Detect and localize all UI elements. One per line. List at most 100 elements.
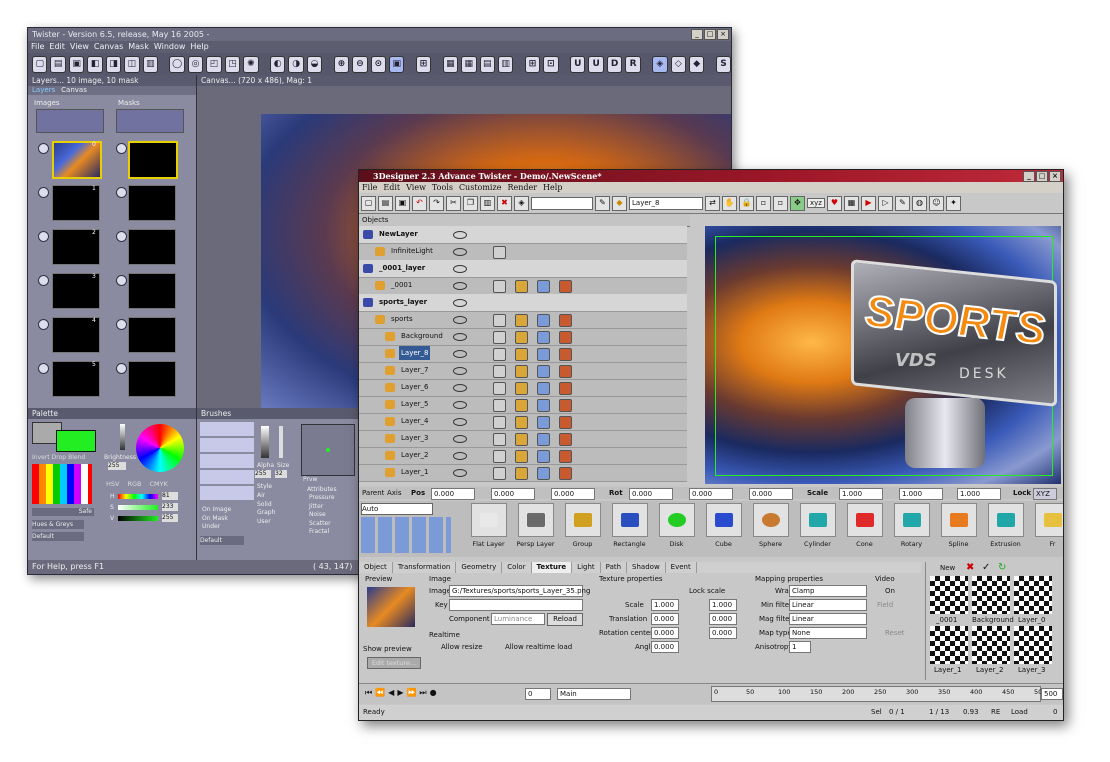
lock-2-icon[interactable]: ▫ xyxy=(756,195,771,211)
scale-x-field[interactable]: 1.000 xyxy=(839,488,883,500)
reload-button[interactable]: Reload xyxy=(547,613,583,626)
new-icon[interactable]: ▢ xyxy=(32,55,48,73)
attribute-cell[interactable] xyxy=(559,331,572,344)
visibility-eye-icon[interactable] xyxy=(38,143,49,154)
primitive-group[interactable]: Group xyxy=(561,501,604,557)
rotation-center-x[interactable]: 0.000 xyxy=(651,627,679,639)
drop-button[interactable]: Drop xyxy=(52,454,66,461)
mask-eye-icon[interactable] xyxy=(116,275,127,286)
lock-axis-field[interactable]: XYZ xyxy=(1033,488,1057,500)
attr-noise[interactable]: Noise xyxy=(309,511,335,520)
attribute-cell[interactable] xyxy=(537,433,550,446)
primitive-cylinder[interactable]: Cylinder xyxy=(796,501,839,557)
zoom-fit-icon[interactable]: ⊙ xyxy=(370,55,386,73)
object-row[interactable]: _0001_layer xyxy=(359,260,687,278)
visibility-eye-icon[interactable] xyxy=(38,363,49,374)
copy-icon[interactable]: ◧ xyxy=(87,55,103,73)
visibility-eye-icon[interactable] xyxy=(38,231,49,242)
layout-1-icon[interactable]: ▦ xyxy=(442,55,459,73)
attribute-cell[interactable] xyxy=(559,348,572,361)
copy-icon[interactable]: ❐ xyxy=(463,195,478,211)
visibility-eye-icon[interactable] xyxy=(453,316,467,324)
visibility-eye-icon[interactable] xyxy=(453,384,467,392)
translation-y[interactable]: 0.000 xyxy=(709,613,737,625)
primitive-extrusion[interactable]: Extrusion xyxy=(984,501,1027,557)
attribute-cell[interactable] xyxy=(537,399,550,412)
tab-hsv[interactable]: HSV xyxy=(106,480,119,488)
tab-texture[interactable]: Texture xyxy=(531,562,573,573)
tab-cmyk[interactable]: CMYK xyxy=(149,480,167,488)
zoom-in-icon[interactable]: ⊕ xyxy=(333,55,350,73)
pos-z-field[interactable]: 0.000 xyxy=(551,488,595,500)
attribute-cell[interactable] xyxy=(493,314,506,327)
h-value[interactable]: 81 xyxy=(162,492,178,500)
attribute-cell[interactable] xyxy=(559,382,572,395)
grid-icon[interactable]: ▦ xyxy=(843,195,859,211)
preview-checkbox[interactable]: Prvw xyxy=(303,476,317,483)
attribute-cell[interactable] xyxy=(493,382,506,395)
on-image-radio[interactable]: On Image xyxy=(202,506,231,515)
check-icon[interactable]: ✓ xyxy=(982,562,990,573)
d-icon[interactable]: D xyxy=(606,55,623,73)
attribute-cell[interactable] xyxy=(537,314,550,327)
pos-y-field[interactable]: 0.000 xyxy=(491,488,535,500)
undo-icon[interactable]: U xyxy=(570,55,586,73)
object-row[interactable]: Layer_3 xyxy=(359,430,687,448)
thumb-background[interactable] xyxy=(972,576,1010,614)
primitive-rectangle[interactable]: Rectangle xyxy=(608,501,651,557)
color-wheel[interactable] xyxy=(136,424,184,472)
visibility-eye-icon[interactable] xyxy=(453,231,467,239)
menu-help[interactable]: Help xyxy=(543,182,562,193)
primitive-cone[interactable]: Cone xyxy=(843,501,886,557)
s-slider[interactable] xyxy=(118,505,158,510)
menu-render[interactable]: Render xyxy=(507,182,537,193)
scale-y-field[interactable]: 1.000 xyxy=(899,488,943,500)
anisotropy-select[interactable]: 1 xyxy=(789,641,811,653)
attribute-cell[interactable] xyxy=(493,433,506,446)
mag-filter-select[interactable]: Linear xyxy=(789,613,867,625)
show-preview-checkbox[interactable]: Show preview xyxy=(363,645,412,653)
save-icon[interactable]: ▣ xyxy=(68,55,85,73)
attribute-cell[interactable] xyxy=(559,433,572,446)
attribute-cell[interactable] xyxy=(515,280,528,293)
object-row[interactable]: InfiniteLight xyxy=(359,243,687,261)
primitive-persp-layer[interactable]: Persp Layer xyxy=(514,501,557,557)
attr-fractal[interactable]: Fractal xyxy=(309,528,335,537)
layout-3-icon[interactable]: ▤ xyxy=(479,55,495,73)
view-3-icon[interactable]: ◆ xyxy=(689,55,705,73)
visibility-eye-icon[interactable] xyxy=(453,401,467,409)
person-icon[interactable]: ☺ xyxy=(928,195,944,211)
brush-default-select[interactable]: Default xyxy=(200,536,244,545)
blend-button[interactable]: Blend xyxy=(68,454,85,461)
scale-x[interactable]: 1.000 xyxy=(651,599,679,611)
component-select[interactable]: Luminance xyxy=(491,613,545,625)
menu-help[interactable]: Help xyxy=(190,41,208,53)
primitive-fr[interactable]: Fr xyxy=(1031,501,1063,557)
attribute-cell[interactable] xyxy=(515,331,528,344)
timeline-ruler[interactable]: 050100150200250300350400450500 xyxy=(711,686,1046,702)
mask-eye-icon[interactable] xyxy=(116,187,127,198)
mask-eye-icon[interactable] xyxy=(116,231,127,242)
object-row[interactable]: Layer_4 xyxy=(359,413,687,431)
attr-jitter[interactable]: Jitter xyxy=(309,503,335,512)
attr-scatter[interactable]: Scatter xyxy=(309,520,335,529)
lock-icon[interactable]: 🔒 xyxy=(739,195,754,211)
wrap-select[interactable]: Clamp xyxy=(789,585,867,597)
maximize-button[interactable]: □ xyxy=(1036,171,1048,182)
attr-pressure[interactable]: Pressure xyxy=(309,494,335,503)
attribute-cell[interactable] xyxy=(493,467,506,480)
tab-light[interactable]: Light xyxy=(572,562,601,573)
scene-select[interactable] xyxy=(531,196,593,210)
close-button[interactable]: × xyxy=(1049,171,1061,182)
r-icon[interactable]: R xyxy=(625,55,641,73)
swatch-grid[interactable] xyxy=(32,464,92,504)
layout-2-icon[interactable]: ▦ xyxy=(461,55,477,73)
minimize-button[interactable]: _ xyxy=(691,29,703,40)
play-icon[interactable]: ▷ xyxy=(877,195,893,211)
3d-viewport[interactable]: SPORTS VDS DESK xyxy=(705,226,1061,484)
link-icon[interactable]: ⇄ xyxy=(705,195,720,211)
h-slider[interactable] xyxy=(118,494,158,499)
allow-realtime-checkbox[interactable]: Allow realtime load xyxy=(505,643,572,651)
object-row[interactable]: Layer_8 xyxy=(359,345,687,363)
menu-customize[interactable]: Customize xyxy=(459,182,502,193)
